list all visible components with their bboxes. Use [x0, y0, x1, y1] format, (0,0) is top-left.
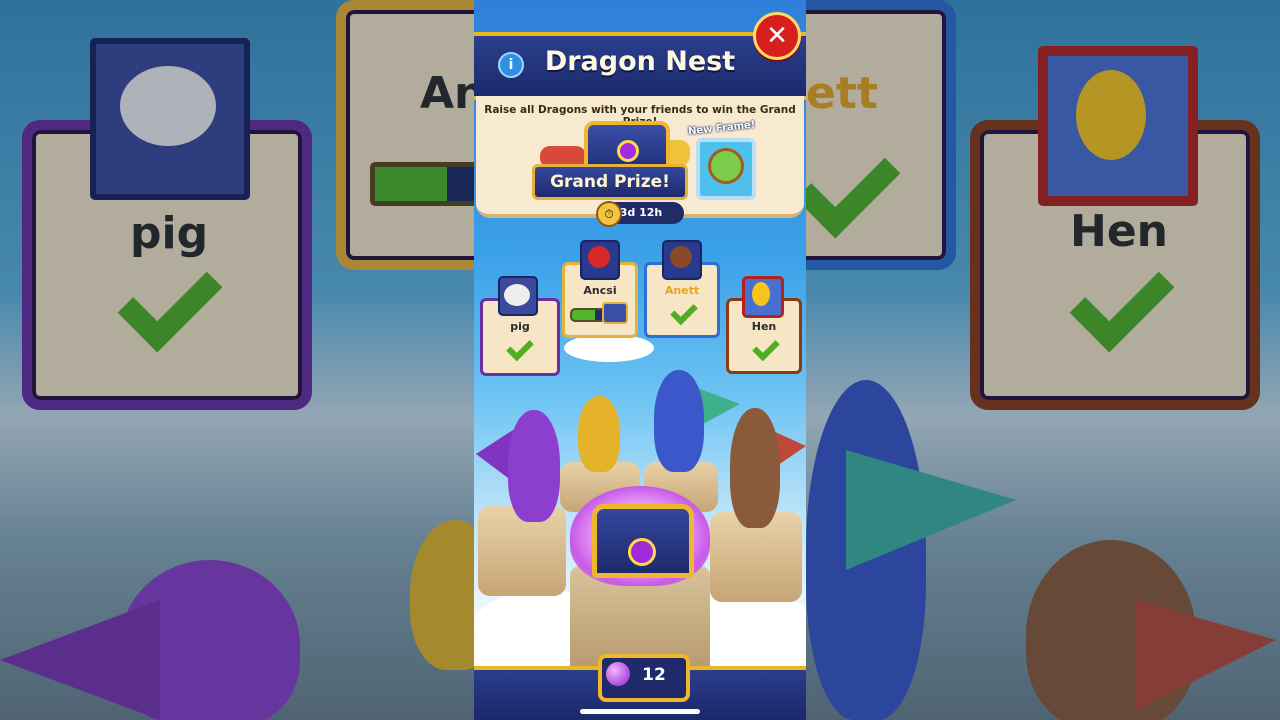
bg-dim-overlay: [806, 0, 1280, 720]
chest-gem-icon: [617, 140, 639, 162]
brown-dragon: [730, 408, 780, 528]
bg-dim-overlay: [0, 0, 474, 720]
chest-gem-icon: [628, 538, 656, 566]
grand-prize-banner: Grand Prize!: [532, 164, 688, 200]
yellow-dragon: [578, 396, 620, 472]
friend-progress-fill-ancsi: [572, 310, 596, 320]
home-indicator[interactable]: [580, 709, 700, 714]
page-title: Dragon Nest: [544, 46, 736, 77]
duck-icon: [752, 282, 770, 306]
purple-dragon: [508, 410, 560, 522]
dragon-nest-screen: i Dragon Nest ✕ Raise all Dragons with y…: [474, 0, 806, 720]
cloud: [564, 334, 654, 362]
goggle-character-icon: [670, 246, 692, 268]
background-right: ett Hen: [806, 0, 1280, 720]
mini-chest-icon: [602, 302, 628, 324]
friend-name-hen: Hen: [751, 320, 777, 333]
polar-bear-icon: [504, 284, 530, 306]
gem-count: 12: [642, 665, 666, 685]
frame-character-icon: [708, 148, 744, 184]
red-character-icon: [588, 246, 610, 268]
background-left: pig An: [0, 0, 474, 720]
friend-name-ancsi: Ancsi: [583, 284, 617, 297]
close-button[interactable]: ✕: [753, 12, 801, 60]
friend-name-anett: Anett: [664, 284, 700, 297]
blue-dragon: [654, 370, 704, 472]
friend-name-pig: pig: [510, 320, 530, 333]
clock-icon: ⏱: [596, 201, 622, 227]
purple-gem-icon: [606, 662, 630, 686]
